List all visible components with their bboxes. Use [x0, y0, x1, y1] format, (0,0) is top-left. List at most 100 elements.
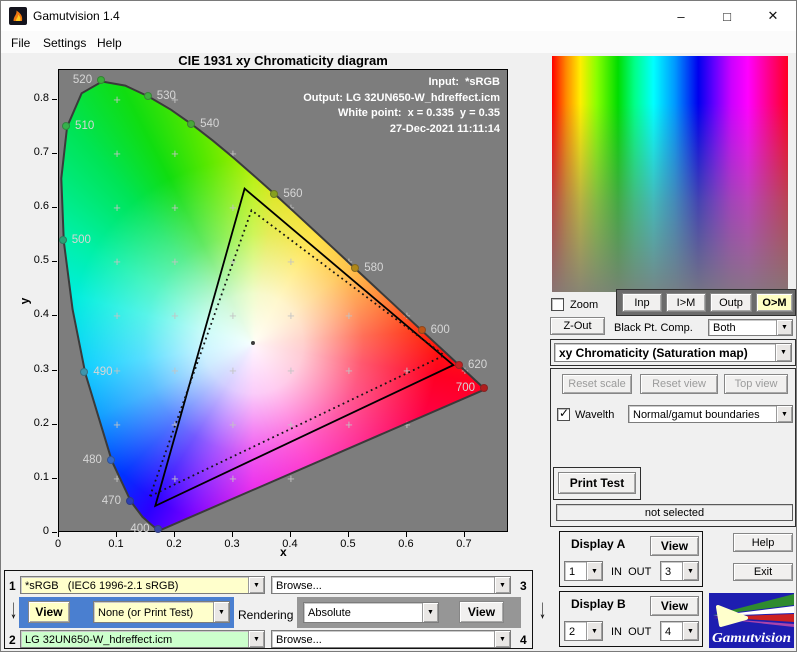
inp-button[interactable]: Inp [622, 293, 662, 312]
dropdown-arrow-icon[interactable] [248, 577, 264, 593]
menu-bar: File Settings Help [1, 31, 796, 53]
wavelth-checkbox[interactable] [557, 408, 570, 421]
black-pt-comp-value: Both [709, 320, 776, 335]
view-output-button[interactable]: View [459, 601, 504, 623]
reset-scale-button[interactable]: Reset scale [562, 374, 632, 394]
x-tick-label: 0.1 [108, 538, 123, 550]
display-a-view-button[interactable]: View [650, 536, 699, 556]
dropdown-arrow-icon[interactable] [213, 602, 229, 622]
input-profile-value: *sRGB (IEC6 1996-2.1 sRGB) [21, 578, 248, 593]
dropdown-arrow-icon[interactable] [776, 406, 792, 422]
y-axis-label: y [17, 298, 31, 305]
help-button[interactable]: Help [733, 533, 793, 552]
rendering-intent-combo[interactable]: Absolute [303, 602, 439, 623]
display-b-in-combo[interactable]: 2 [564, 621, 603, 641]
i-to-m-button[interactable]: I>M [666, 293, 706, 312]
z-out-button[interactable]: Z-Out [550, 317, 605, 335]
top-view-button[interactable]: Top view [724, 374, 788, 394]
y-tick-label: 0 [19, 525, 49, 537]
slot-1-number: 1 [9, 579, 16, 593]
x-tick-mark [58, 532, 59, 537]
x-tick-mark [232, 532, 233, 537]
output-gamut-triangle [150, 210, 444, 496]
dropdown-arrow-icon[interactable] [248, 631, 264, 647]
wavelength-label-560: 560 [283, 188, 302, 200]
dropdown-arrow-icon[interactable] [494, 631, 510, 647]
menu-help[interactable]: Help [93, 34, 126, 52]
x-tick-mark [290, 532, 291, 537]
print-test-button[interactable]: Print Test [558, 472, 636, 494]
y-tick-mark [52, 478, 57, 479]
gamut-triangles-svg [59, 70, 509, 533]
menu-file[interactable]: File [7, 34, 34, 52]
boundaries-combo[interactable]: Normal/gamut boundaries [628, 405, 793, 423]
close-button[interactable]: ✕ [750, 1, 796, 31]
black-pt-comp-combo[interactable]: Both [708, 319, 793, 336]
y-tick-label: 0.4 [19, 308, 49, 320]
input-profile-combo[interactable]: *sRGB (IEC6 1996-2.1 sRGB) [20, 576, 265, 594]
wavelength-label-400: 400 [130, 523, 149, 535]
y-tick-label: 0.7 [19, 146, 49, 158]
x-tick-label: 0.4 [282, 538, 297, 550]
browse-bottom-combo[interactable]: Browse... [271, 630, 511, 648]
dropdown-arrow-icon[interactable] [682, 622, 698, 640]
display-a-in-combo[interactable]: 1 [564, 561, 603, 581]
menu-settings[interactable]: Settings [39, 34, 90, 52]
status-text: not selected [645, 507, 704, 519]
gamutvision-logo: Gamutvision [709, 593, 794, 648]
wavelength-label-530: 530 [157, 90, 176, 102]
map-type-combo[interactable]: xy Chromaticity (Saturation map) [554, 343, 792, 362]
maximize-button[interactable]: □ [704, 1, 750, 31]
zoom-checkbox[interactable] [551, 298, 564, 311]
printer-profile-combo[interactable]: None (or Print Test) [93, 601, 230, 623]
display-b-out-combo[interactable]: 4 [660, 621, 699, 641]
view-input-button[interactable]: View [28, 601, 70, 623]
dropdown-arrow-icon[interactable] [586, 622, 602, 640]
y-tick-label: 0.6 [19, 200, 49, 212]
dropdown-arrow-icon[interactable] [775, 344, 791, 361]
reset-view-button[interactable]: Reset view [640, 374, 718, 394]
wavelength-label-580: 580 [364, 262, 383, 274]
x-tick-label: 0.2 [166, 538, 181, 550]
y-tick-mark [52, 153, 57, 154]
wavelength-label-470: 470 [102, 495, 121, 507]
y-tick-label: 0.8 [19, 92, 49, 104]
slot-3-number: 3 [520, 579, 527, 593]
dropdown-arrow-icon[interactable] [422, 603, 438, 622]
browse-top-combo[interactable]: Browse... [271, 576, 511, 594]
dropdown-arrow-icon[interactable] [776, 320, 792, 335]
chromaticity-plot[interactable]: +++++++++++++++++++++++++++++++++++++ 52… [58, 69, 508, 532]
dropdown-arrow-icon[interactable] [682, 562, 698, 580]
wavelength-label-600: 600 [431, 324, 450, 336]
x-tick-mark [464, 532, 465, 537]
display-b-view-button[interactable]: View [650, 596, 699, 616]
rendering-label: Rendering [238, 608, 293, 622]
dropdown-arrow-icon[interactable] [494, 577, 510, 593]
wavelength-label-520: 520 [73, 74, 92, 86]
o-to-m-button[interactable]: O>M [756, 293, 793, 312]
y-tick-mark [52, 315, 57, 316]
wavelength-label-700: 700 [456, 382, 475, 394]
dropdown-arrow-icon[interactable] [586, 562, 602, 580]
wavelength-dot-600 [418, 326, 426, 334]
wavelength-label-540: 540 [200, 118, 219, 130]
display-a-out-combo[interactable]: 3 [660, 561, 699, 581]
output-profile-combo[interactable]: LG 32UN650-W_hdreffect.icm [20, 630, 265, 648]
hue-saturation-map [552, 56, 788, 292]
zoom-checkbox-label: Zoom [570, 299, 598, 311]
x-tick-label: 0.6 [398, 538, 413, 550]
display-b-inout-label: IN OUT [611, 626, 651, 638]
x-tick-label: 0 [55, 538, 61, 550]
outp-button[interactable]: Outp [710, 293, 752, 312]
y-tick-mark [52, 370, 57, 371]
y-tick-mark [52, 532, 57, 533]
wavelength-dot-510 [62, 122, 70, 130]
exit-button[interactable]: Exit [733, 563, 793, 581]
minimize-button[interactable]: – [658, 1, 704, 31]
wavelength-dot-540 [187, 120, 195, 128]
display-a-inout-label: IN OUT [611, 566, 651, 578]
title-bar[interactable]: Gamutvision 1.4 – □ ✕ [1, 1, 796, 31]
y-tick-mark [52, 99, 57, 100]
annotation-line: Output: LG 32UN650-W_hdreffect.icm [303, 91, 500, 107]
display-a-out-value: 3 [661, 564, 682, 579]
